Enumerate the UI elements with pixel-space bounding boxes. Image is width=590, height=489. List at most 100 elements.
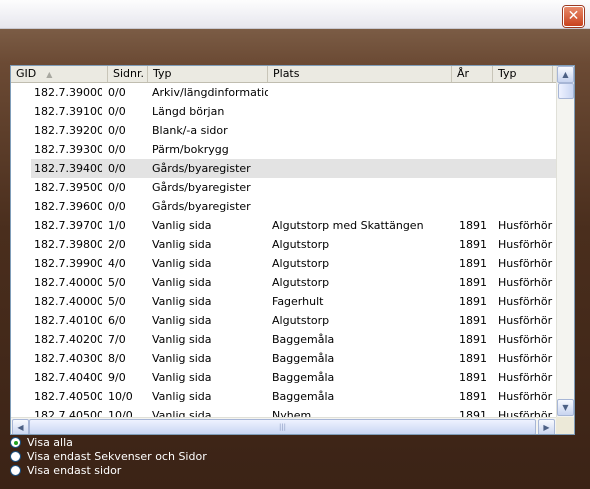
- radio-button-icon[interactable]: [10, 437, 21, 448]
- cell-typ: Vanlig sida: [152, 333, 212, 346]
- radio-button-icon[interactable]: [10, 465, 21, 476]
- cell-typ: Vanlig sida: [152, 238, 212, 251]
- table-row[interactable]: 182.7.39500 0/0 Gårds/byaregister: [11, 178, 556, 197]
- cell-typ2: Husförhör: [498, 257, 553, 270]
- column-header-ar[interactable]: År: [452, 66, 493, 82]
- vertical-scroll-thumb[interactable]: [558, 83, 574, 99]
- cell-sidnr: 0/0: [108, 181, 126, 194]
- cell-sidnr: 5/0: [108, 295, 126, 308]
- cell-gid: 182.7.40000: [34, 295, 102, 308]
- page-list[interactable]: GID ▲ Sidnr. Typ Plats År Typ 182.7.39000…: [10, 65, 575, 435]
- cell-gid: 182.7.40400: [34, 371, 102, 384]
- table-row[interactable]: 182.7.39600 0/0 Gårds/byaregister: [11, 197, 556, 216]
- cell-typ: Vanlig sida: [152, 371, 212, 384]
- cell-plats: Fagerhult: [272, 295, 324, 308]
- cell-plats: Nyhem: [272, 409, 312, 417]
- cell-ar: 1891: [459, 257, 487, 270]
- cell-gid: 182.7.40200: [34, 333, 102, 346]
- table-row[interactable]: 182.7.40500 10/0 Vanlig sida Nyhem 1891 Husfö…: [11, 406, 556, 417]
- cell-plats: Algutstorp: [272, 238, 330, 251]
- cell-typ2: Husförhör: [498, 276, 553, 289]
- scroll-left-icon[interactable]: ◀: [12, 419, 29, 434]
- cell-typ: Vanlig sida: [152, 390, 212, 403]
- column-header-typ[interactable]: Typ: [148, 66, 268, 82]
- cell-typ: Vanlig sida: [152, 276, 212, 289]
- cell-sidnr: 2/0: [108, 238, 126, 251]
- column-header-plats[interactable]: Plats: [268, 66, 452, 82]
- horizontal-scroll-thumb[interactable]: |||: [29, 419, 536, 434]
- table-row[interactable]: 182.7.40300 8/0 Vanlig sida Baggemåla 1891 Hu…: [11, 349, 556, 368]
- cell-sidnr: 10/0: [108, 390, 133, 403]
- cell-typ2: Husförhör: [498, 295, 553, 308]
- cell-ar: 1891: [459, 238, 487, 251]
- cell-sidnr: 0/0: [108, 86, 126, 99]
- table-row[interactable]: 182.7.40400 9/0 Vanlig sida Baggemåla 1891 Hu…: [11, 368, 556, 387]
- cell-ar: 1891: [459, 276, 487, 289]
- table-row[interactable]: 182.7.39800 2/0 Vanlig sida Algutstorp 1891 H…: [11, 235, 556, 254]
- table-row[interactable]: 182.7.40200 7/0 Vanlig sida Baggemåla 1891 Hu…: [11, 330, 556, 349]
- filter-option-label: Visa alla: [27, 436, 73, 449]
- cell-sidnr: 0/0: [108, 124, 126, 137]
- table-row[interactable]: 182.7.40000 5/0 Vanlig sida Algutstorp 1891 H…: [11, 273, 556, 292]
- table-row[interactable]: 182.7.39000 0/0 Arkiv/längdinformation: [11, 83, 556, 102]
- table-row[interactable]: 182.7.40100 6/0 Vanlig sida Algutstorp 1891 H…: [11, 311, 556, 330]
- cell-gid: 182.7.40300: [34, 352, 102, 365]
- cell-ar: 1891: [459, 390, 487, 403]
- title-bar: ✕: [0, 0, 590, 29]
- cell-typ2: Husförhör: [498, 333, 553, 346]
- table-row[interactable]: 182.7.40500 10/0 Vanlig sida Baggemåla 1891 H…: [11, 387, 556, 406]
- table-row[interactable]: 182.7.39900 4/0 Vanlig sida Algutstorp 1891 H…: [11, 254, 556, 273]
- cell-plats: Baggemåla: [272, 333, 335, 346]
- filter-option-label: Visa endast sidor: [27, 464, 122, 477]
- horizontal-scrollbar[interactable]: ◀ ||| ▶: [11, 417, 556, 434]
- cell-gid: 182.7.39600: [34, 200, 102, 213]
- column-header-gid[interactable]: GID ▲: [11, 66, 108, 82]
- cell-gid: 182.7.40500: [34, 409, 102, 417]
- cell-typ: Gårds/byaregister: [152, 181, 251, 194]
- cell-gid: 182.7.40100: [34, 314, 102, 327]
- cell-gid: 182.7.39000: [34, 86, 102, 99]
- cell-ar: 1891: [459, 371, 487, 384]
- cell-plats: Baggemåla: [272, 371, 335, 384]
- vertical-scrollbar[interactable]: ▲ ▼: [556, 66, 574, 417]
- cell-plats: Algutstorp: [272, 314, 330, 327]
- cell-gid: 182.7.39200: [34, 124, 102, 137]
- table-row[interactable]: 182.7.39400 0/0 Gårds/byaregister: [11, 159, 556, 178]
- cell-gid: 182.7.39400: [34, 162, 102, 175]
- table-row[interactable]: 182.7.39200 0/0 Blank/-a sidor: [11, 121, 556, 140]
- cell-plats: Algutstorp: [272, 276, 330, 289]
- scroll-up-icon[interactable]: ▲: [557, 66, 574, 83]
- cell-typ2: Husförhör: [498, 314, 553, 327]
- cell-sidnr: 0/0: [108, 105, 126, 118]
- table-row[interactable]: 182.7.39700 1/0 Vanlig sida Algutstorp med …: [11, 216, 556, 235]
- column-header-sidnr[interactable]: Sidnr.: [108, 66, 148, 82]
- list-header: GID ▲ Sidnr. Typ Plats År Typ: [11, 66, 556, 83]
- table-row[interactable]: 182.7.40000 5/0 Vanlig sida Fagerhult 1891 Hu…: [11, 292, 556, 311]
- scroll-down-icon[interactable]: ▼: [557, 399, 574, 416]
- cell-typ: Pärm/bokrygg: [152, 143, 229, 156]
- cell-typ2: Husförhör: [498, 371, 553, 384]
- cell-sidnr: 7/0: [108, 333, 126, 346]
- cell-sidnr: 10/0: [108, 409, 133, 417]
- cell-typ: Vanlig sida: [152, 257, 212, 270]
- close-button[interactable]: ✕: [563, 6, 584, 27]
- table-row[interactable]: 182.7.39100 0/0 Längd början: [11, 102, 556, 121]
- cell-typ: Vanlig sida: [152, 409, 212, 417]
- sort-ascending-icon: ▲: [46, 70, 53, 79]
- cell-typ2: Husförhör: [498, 219, 553, 232]
- cell-ar: 1891: [459, 314, 487, 327]
- cell-sidnr: 4/0: [108, 257, 126, 270]
- table-row[interactable]: 182.7.39300 0/0 Pärm/bokrygg: [11, 140, 556, 159]
- cell-sidnr: 0/0: [108, 200, 126, 213]
- cell-typ2: Husförhör: [498, 390, 553, 403]
- cell-typ: Vanlig sida: [152, 295, 212, 308]
- cell-gid: 182.7.39100: [34, 105, 102, 118]
- scroll-right-icon[interactable]: ▶: [538, 419, 555, 434]
- column-header-typ2[interactable]: Typ: [493, 66, 553, 82]
- cell-gid: 182.7.39800: [34, 238, 102, 251]
- cell-typ: Arkiv/längdinformation: [152, 86, 268, 99]
- radio-button-icon[interactable]: [10, 451, 21, 462]
- cell-plats: Baggemåla: [272, 390, 335, 403]
- cell-typ: Längd början: [152, 105, 225, 118]
- cell-typ: Vanlig sida: [152, 352, 212, 365]
